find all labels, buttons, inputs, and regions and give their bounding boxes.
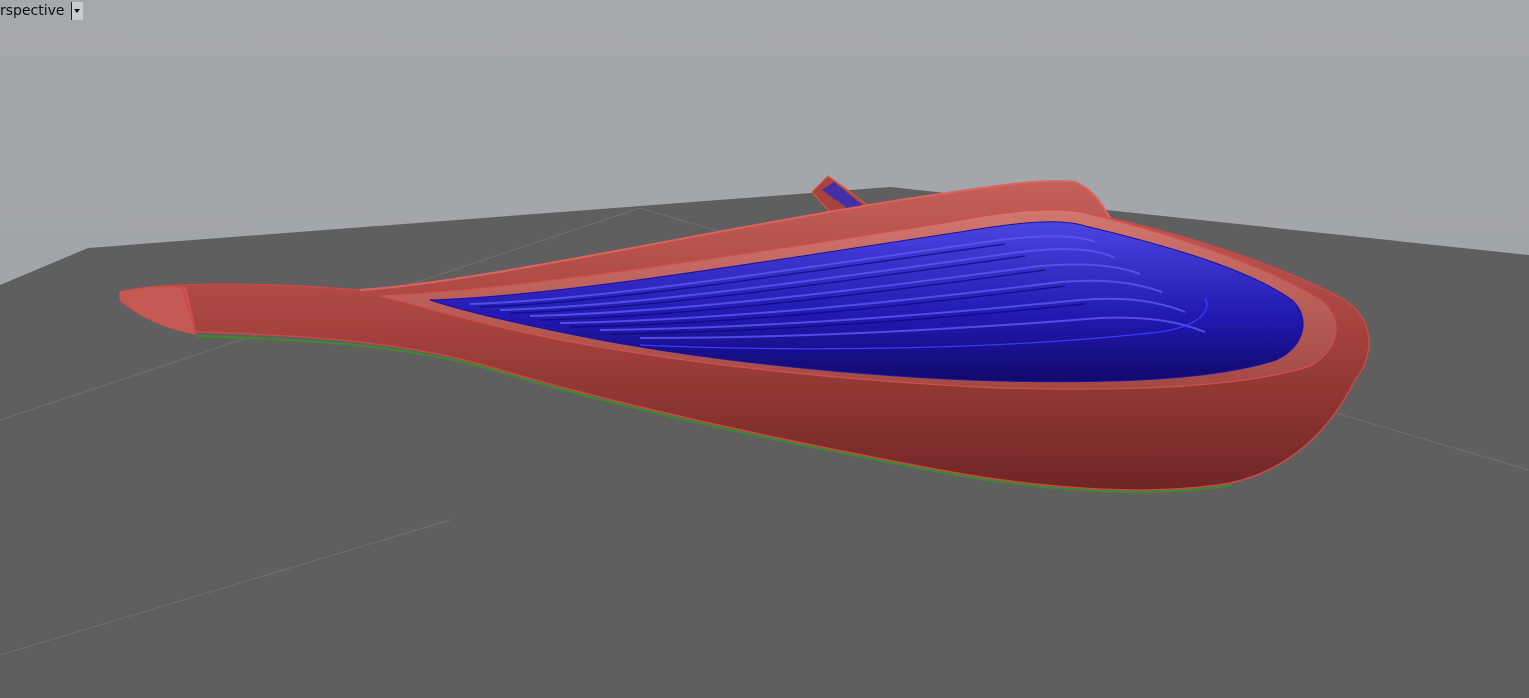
perspective-viewport[interactable]: rspective bbox=[0, 0, 1529, 698]
3d-scene-canvas[interactable] bbox=[0, 0, 1529, 698]
viewport-label: rspective bbox=[0, 0, 83, 22]
viewport-title[interactable]: rspective bbox=[0, 0, 71, 22]
chevron-down-icon bbox=[74, 9, 81, 13]
viewport-menu-button[interactable] bbox=[70, 2, 83, 20]
